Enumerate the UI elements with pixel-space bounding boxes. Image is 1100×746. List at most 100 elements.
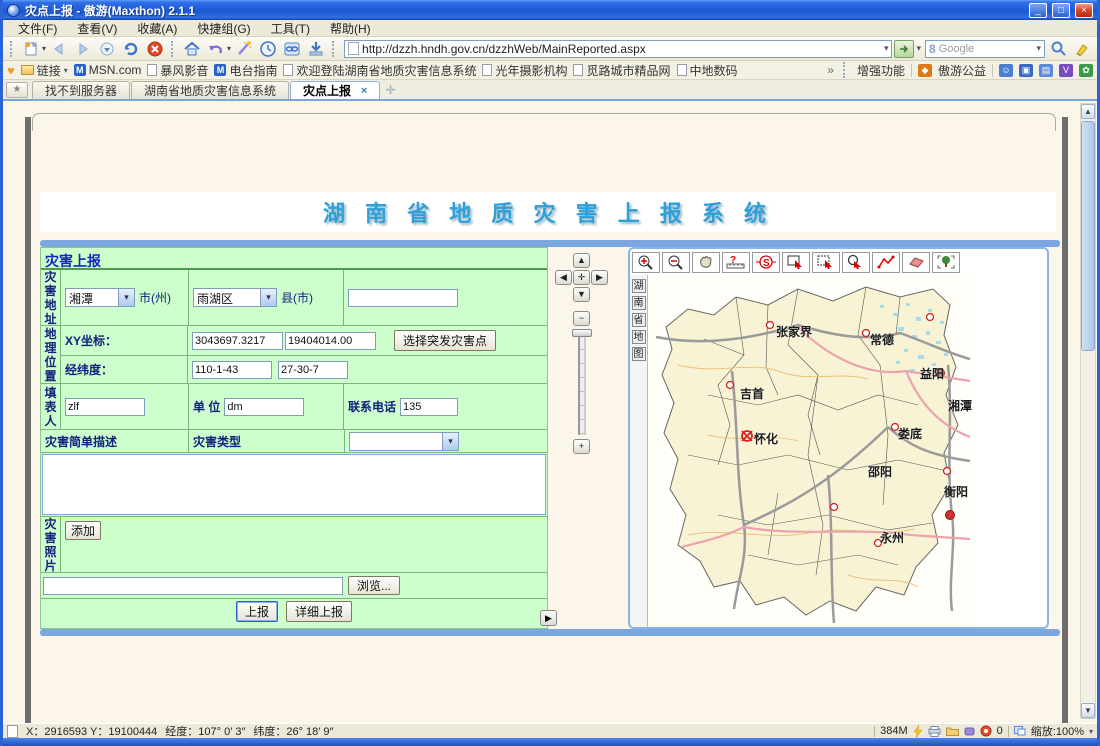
city-select[interactable]: 湘潭 ▾ [65,288,135,307]
detail-report-button[interactable]: 详细上报 [286,601,352,622]
pan-right-button[interactable]: ▶ [591,270,608,285]
menu-file[interactable]: 文件(F) [9,19,66,38]
map-zoom-select-icon[interactable] [842,252,870,273]
go-dropdown-icon[interactable]: ▾ [916,43,921,54]
history-dropdown-icon[interactable] [96,39,118,59]
map-canvas[interactable]: 张家界 常德 益阳 吉首 怀化 娄底 湘潭 邵阳 衡阳 永州 [648,275,973,627]
page-scrollbar[interactable]: ▲ ▼ [1080,103,1096,719]
map-full-extent-tree-icon[interactable] [932,252,960,273]
unit-input[interactable] [224,398,304,416]
menu-view[interactable]: 查看(V) [68,19,126,38]
scroll-down-icon[interactable]: ▼ [1081,703,1095,718]
tab-close-icon[interactable]: × [361,85,367,97]
maxthon-charity-icon[interactable]: ◆ [918,64,932,77]
zoom-out-step-button[interactable]: − [573,311,590,326]
charity-link[interactable]: 傲游公益 [938,62,986,79]
map-select-rect-icon[interactable] [782,252,810,273]
magic-wand-icon[interactable] [233,39,255,59]
download-icon[interactable] [305,39,327,59]
bookmark-item[interactable]: M电台指南 [214,62,277,79]
submit-report-button[interactable]: 上报 [236,601,278,622]
address-input[interactable] [362,42,881,56]
undo-icon[interactable] [205,39,227,59]
map-measure-icon[interactable]: ? [722,252,750,273]
highlighter-icon[interactable] [1071,39,1093,59]
folder-icon[interactable] [946,726,959,736]
favorites-heart-icon[interactable]: ♥ [7,63,15,78]
search-box[interactable]: 8 Google ▾ [925,40,1045,58]
zoom-slider-handle[interactable] [572,329,592,337]
maximize-button[interactable]: □ [1052,3,1070,18]
zoom-dropdown-icon[interactable]: ▾ [1089,727,1093,736]
address-dropdown-icon[interactable]: ▾ [884,43,889,54]
skin-icon[interactable]: ☺ [999,64,1013,77]
printer-icon[interactable] [928,726,941,737]
pan-up-button[interactable]: ▲ [573,253,590,268]
latitude-input[interactable] [278,361,348,379]
y-coordinate-input[interactable] [285,332,376,350]
close-button[interactable]: × [1075,3,1093,18]
v-plugin-icon[interactable]: V [1059,64,1073,77]
minimize-button[interactable]: _ [1029,3,1047,18]
note-icon[interactable]: ▤ [1039,64,1053,77]
boost-lightning-icon[interactable] [913,725,923,738]
undo-caret[interactable]: ▾ [227,44,231,53]
link-icon[interactable] [281,39,303,59]
menu-help[interactable]: 帮助(H) [321,19,380,38]
add-photo-button[interactable]: 添加 [65,521,101,540]
search-dropdown-icon[interactable]: ▾ [1036,43,1041,54]
bookmarks-overflow-chevron[interactable]: » [827,63,834,77]
bookmark-item[interactable]: 欢迎登陆湖南省地质灾害信息系统 [283,62,476,79]
pan-left-button[interactable]: ◀ [555,270,572,285]
enhance-features-link[interactable]: 增强功能 [857,62,905,79]
plugin-icon[interactable]: ✿ [1079,64,1093,77]
longitude-input[interactable] [192,361,272,379]
reporter-input[interactable] [65,398,145,416]
proxy-icon[interactable] [964,726,975,737]
scrollbar-thumb[interactable] [1081,121,1095,351]
home-icon[interactable] [181,39,203,59]
scroll-up-icon[interactable]: ▲ [1081,104,1095,119]
collapse-panel-arrow-button[interactable]: ▶ [540,610,557,626]
go-button[interactable] [894,40,914,58]
links-folder[interactable]: 链接▾ [21,62,68,79]
popup-blocker-icon[interactable] [980,725,992,737]
zoom-in-step-button[interactable]: + [573,439,590,454]
menu-quickgroup[interactable]: 快捷组(G) [188,19,259,38]
new-tab-plus-icon[interactable]: ✛ [381,83,399,99]
forward-icon[interactable] [72,39,94,59]
bookmark-item[interactable]: 中地数码 [677,62,738,79]
tab-server-not-found[interactable]: 找不到服务器 [32,81,130,99]
map-eraser-icon[interactable] [902,252,930,273]
refresh-icon[interactable] [120,39,142,59]
bookmark-item[interactable]: 暴风影音 [147,62,208,79]
tab-list-star-icon[interactable]: ★ [6,82,28,98]
window-resize-icon[interactable] [1014,726,1026,736]
map-zoom-out-icon[interactable] [662,252,690,273]
search-icon[interactable] [1047,39,1069,59]
pan-down-button[interactable]: ▼ [573,287,590,302]
map-zoom-in-icon[interactable] [632,252,660,273]
map-scale-tool-icon[interactable]: S [752,252,780,273]
menu-tools[interactable]: 工具(T) [262,19,319,38]
window-layout-icon[interactable]: ▣ [1019,64,1033,77]
history-clock-icon[interactable] [257,39,279,59]
new-tab-caret[interactable]: ▾ [42,44,46,53]
bookmark-item[interactable]: 觅路城市精品网 [573,62,670,79]
bookmark-item[interactable]: MMSN.com [74,63,142,77]
menu-favorites[interactable]: 收藏(A) [128,19,186,38]
browse-button[interactable]: 浏览... [348,576,400,595]
photo-file-input[interactable] [43,577,343,595]
back-icon[interactable] [48,39,70,59]
map-pan-hand-icon[interactable] [692,252,720,273]
tab-disaster-report-active[interactable]: 灾点上报× [290,81,380,99]
new-tab-icon[interactable] [20,39,42,59]
disaster-type-select[interactable]: ▾ [349,432,459,451]
zoom-slider-track[interactable] [578,335,586,435]
stop-icon[interactable] [144,39,166,59]
address-detail-input[interactable] [348,289,458,307]
x-coordinate-input[interactable] [192,332,283,350]
pick-disaster-point-button[interactable]: 选择突发灾害点 [394,330,496,351]
pan-center-button[interactable]: ✛ [573,270,590,285]
phone-input[interactable] [400,398,458,416]
